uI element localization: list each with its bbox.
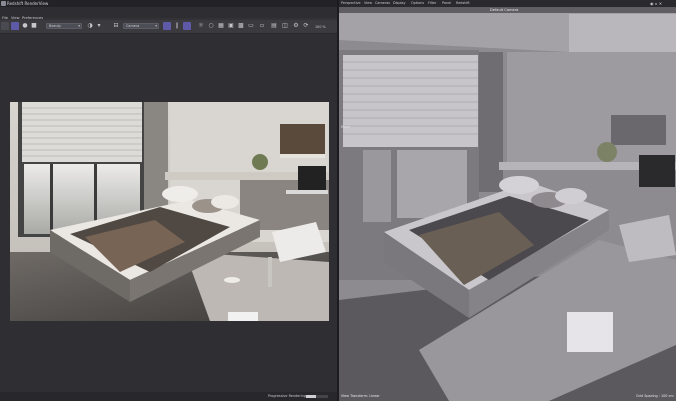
- camera-value: Camera: [126, 24, 140, 28]
- window-controls[interactable]: ◉ ▫ ✕: [650, 1, 662, 6]
- region-render-icon[interactable]: [163, 22, 171, 30]
- view-transform-label: View Transform: Linear: [341, 394, 380, 398]
- grid-icon[interactable]: ▦: [217, 22, 225, 30]
- render-view-titlebar: [0, 0, 337, 7]
- chevron-down-icon[interactable]: ▾: [95, 22, 103, 30]
- fit-view-icon[interactable]: ▣: [227, 22, 235, 30]
- color-wheel-icon[interactable]: ◑: [86, 22, 94, 30]
- progress-bar-fill: [306, 395, 316, 398]
- grid-spacing-label: Grid Spacing : 100 cm: [636, 394, 674, 398]
- render-view-title: Redshift RenderView: [7, 1, 49, 6]
- chevron-down-icon: ▾: [155, 24, 157, 28]
- crop-icon[interactable]: ⊟: [112, 22, 120, 30]
- camera-label: Default Camera: [490, 8, 519, 12]
- refresh-icon[interactable]: ⟳: [302, 22, 310, 30]
- start-render-icon[interactable]: ●: [21, 22, 29, 30]
- menu-panel[interactable]: Panel: [442, 1, 451, 5]
- render-mode-value: Beauty: [49, 24, 61, 28]
- render-view-menubar: [0, 7, 337, 18]
- rgb-channel-icon[interactable]: ■: [30, 22, 38, 30]
- render-mode-dropdown[interactable]: Beauty ▾: [46, 23, 82, 29]
- save-icon[interactable]: ▩: [237, 22, 245, 30]
- menu-options[interactable]: Options: [411, 1, 424, 5]
- image-icon[interactable]: ▫: [258, 22, 266, 30]
- lock-icon[interactable]: [183, 22, 191, 30]
- menu-display[interactable]: Display: [393, 1, 406, 5]
- viewport-scene: [339, 0, 676, 401]
- copy-icon[interactable]: ▭: [247, 22, 255, 30]
- pause-icon[interactable]: ❙: [173, 22, 181, 30]
- app-logo-icon: [1, 1, 6, 6]
- layers-icon[interactable]: ▤: [270, 22, 278, 30]
- rendered-bedroom-image: [10, 102, 329, 321]
- progress-label: Progressive Rendering: [268, 394, 306, 398]
- sun-icon[interactable]: ☼: [197, 22, 205, 30]
- progress-bar: [306, 395, 328, 398]
- render-image: [10, 102, 329, 321]
- menu-view[interactable]: View: [364, 1, 372, 5]
- 3d-viewport[interactable]: [339, 0, 676, 401]
- gear-icon[interactable]: ⚙: [292, 22, 300, 30]
- circle-icon[interactable]: ○: [207, 22, 215, 30]
- snapshot-icon[interactable]: [1, 22, 9, 30]
- viewport-panel-name[interactable]: Perspective: [341, 1, 361, 5]
- menu-filter[interactable]: Filter: [428, 1, 436, 5]
- chevron-down-icon: ▾: [78, 24, 80, 28]
- camera-dropdown[interactable]: Camera ▾: [123, 23, 159, 29]
- menu-cameras[interactable]: Cameras: [375, 1, 390, 5]
- move-label: Move: [341, 125, 351, 129]
- compare-icon[interactable]: ◫: [281, 22, 289, 30]
- render-icon[interactable]: [11, 22, 19, 30]
- menu-redshift[interactable]: Redshift: [456, 1, 470, 5]
- zoom-level[interactable]: 100 %: [315, 25, 326, 29]
